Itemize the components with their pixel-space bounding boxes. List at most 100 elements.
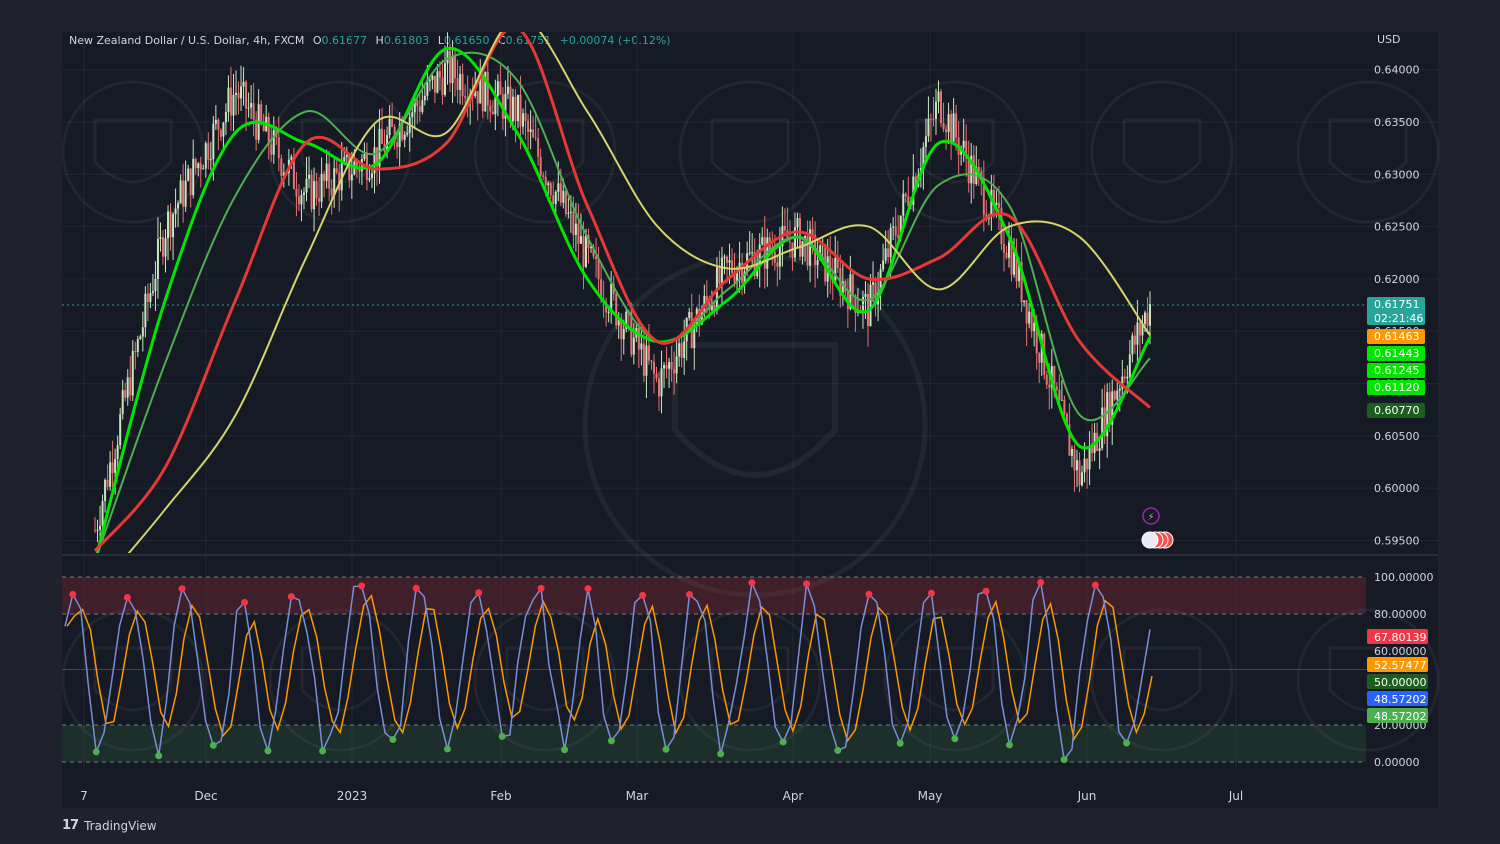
candle (557, 183, 560, 192)
candle (642, 343, 645, 376)
overbought-signal-dot (358, 582, 366, 590)
candle (433, 75, 436, 93)
candle (207, 143, 210, 160)
candle (680, 343, 683, 358)
oversold-signal-dot (717, 750, 725, 758)
candle (232, 94, 235, 116)
candle (783, 225, 786, 231)
price-tick-label: 0.59500 (1374, 534, 1420, 547)
candle (522, 113, 525, 127)
candle (1013, 251, 1016, 275)
candle (962, 140, 965, 148)
watermark-badge (268, 80, 412, 224)
oscillator-bands (62, 576, 1366, 763)
candle (192, 158, 195, 196)
candle (449, 50, 452, 84)
candle (569, 211, 572, 213)
candle (723, 256, 726, 258)
candle (688, 312, 691, 318)
candle (1070, 449, 1073, 456)
candle (217, 119, 220, 130)
overbought-signal-dot (685, 590, 693, 598)
candle (924, 136, 927, 147)
oversold-signal-dot (607, 737, 615, 745)
candle (227, 87, 230, 112)
candle (330, 188, 333, 196)
candle (242, 81, 245, 87)
candle (411, 112, 414, 118)
candle (725, 256, 728, 263)
candle (904, 193, 907, 197)
candle (149, 293, 152, 303)
candle (456, 78, 459, 90)
candle (1055, 386, 1058, 390)
overbought-signal-dot (1091, 581, 1099, 589)
candle (272, 130, 275, 155)
candle (199, 163, 202, 170)
oversold-signal-dot (896, 739, 904, 747)
candle (637, 327, 640, 350)
oversold-signal-dot (1005, 741, 1013, 749)
candle (489, 105, 492, 112)
price-badge-text: 0.61120 (1374, 381, 1420, 394)
candle (1143, 312, 1146, 324)
candle (663, 365, 666, 369)
watermark-shield (1122, 118, 1202, 184)
watermark-ring (1090, 80, 1234, 224)
candle (652, 361, 655, 374)
oversold-signal-dot (209, 741, 217, 749)
candle (514, 96, 517, 122)
price-badge-text: 0.60770 (1374, 404, 1420, 417)
price-badge: 0.60770 (1367, 403, 1425, 418)
candle (370, 173, 373, 179)
tradingview-brand[interactable]: 17 TradingView (62, 818, 157, 833)
candle (464, 96, 467, 98)
candle (882, 260, 885, 270)
candle (534, 137, 537, 139)
candle (1131, 335, 1134, 355)
candle (446, 50, 449, 64)
candle (202, 168, 205, 170)
candle (517, 94, 520, 122)
overbought-signal-dot (803, 580, 811, 588)
candle (459, 73, 462, 90)
candle (177, 203, 180, 209)
candle (1048, 384, 1051, 388)
candle (169, 211, 172, 238)
price-badge-text: 0.61463 (1374, 330, 1420, 343)
watermark-logo (61, 80, 1440, 752)
overbought-signal-dot (241, 598, 249, 606)
time-tick-label: Apr (783, 789, 804, 803)
candle (761, 237, 764, 245)
candle (632, 337, 635, 355)
time-tick-label: Feb (490, 789, 511, 803)
candle (189, 168, 192, 196)
candle (156, 238, 159, 279)
candle (1073, 449, 1076, 471)
candle (950, 114, 953, 142)
candle (247, 107, 250, 109)
candle (310, 174, 313, 210)
candle (955, 113, 958, 138)
candle (544, 176, 547, 186)
candle (222, 122, 225, 137)
price-tick-label: 0.60000 (1374, 482, 1420, 495)
candle (537, 138, 540, 157)
candle (219, 129, 222, 137)
candle (1002, 244, 1005, 253)
chart-svg[interactable]: 0.640000.635000.630000.625000.620000.615… (0, 0, 1500, 844)
candle (235, 92, 238, 95)
candle (134, 350, 137, 352)
candle (194, 158, 197, 169)
candle (1060, 399, 1063, 401)
candle (101, 501, 104, 526)
candle (418, 106, 421, 112)
candle (952, 113, 955, 142)
candle (678, 343, 681, 357)
candle (406, 132, 409, 135)
candle (174, 208, 177, 215)
candle (942, 122, 945, 130)
candle (368, 178, 371, 180)
candle (731, 260, 734, 273)
candle (927, 118, 930, 137)
